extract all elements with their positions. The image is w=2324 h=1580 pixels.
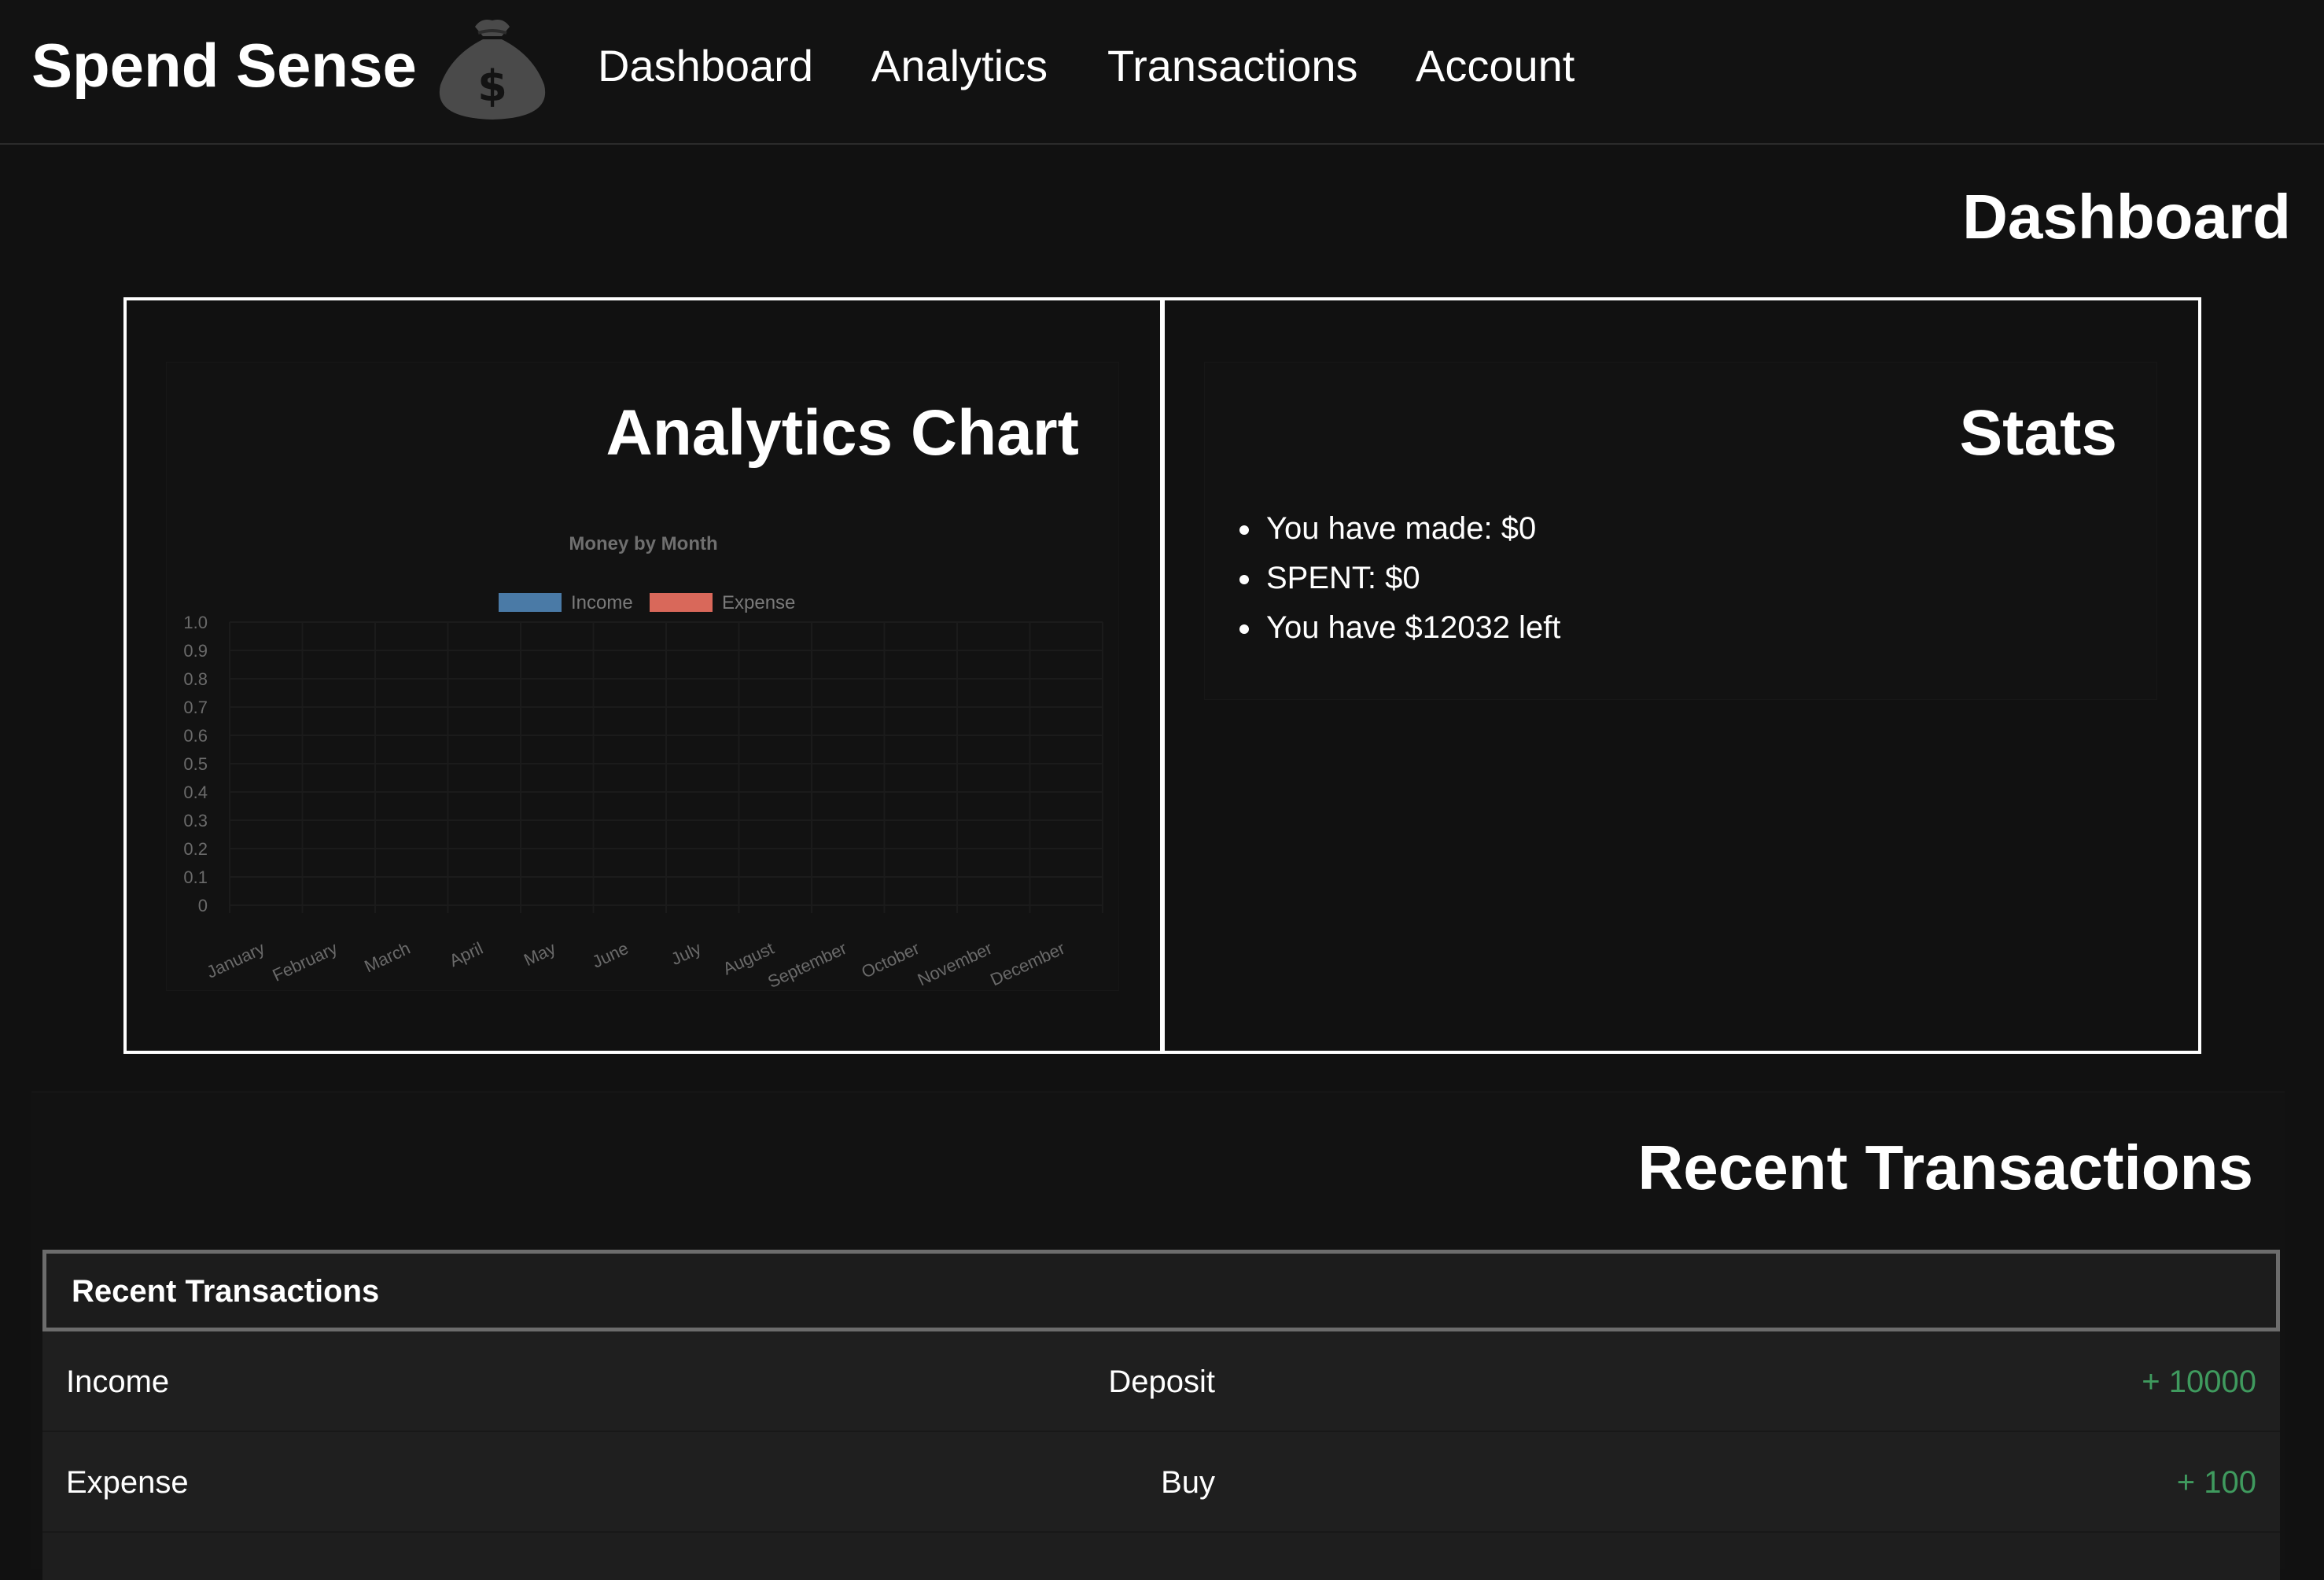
- stats-panel: Stats You have made: $0 SPENT: $0 You ha…: [1162, 297, 2201, 1054]
- y-tick-label: 0.2: [183, 839, 208, 859]
- page-title: Dashboard: [1962, 182, 2291, 252]
- transaction-amount: + 100: [2176, 1465, 2256, 1500]
- x-tick-label: October: [858, 938, 922, 982]
- transaction-row[interactable]: Expense Buy + 100: [42, 1432, 2280, 1533]
- nav-link-transactions[interactable]: Transactions: [1107, 36, 1358, 96]
- x-tick-label: December: [987, 938, 1068, 990]
- legend-label-income: Income: [571, 592, 633, 613]
- money-by-month-chart: 0 0.1 0.2 0.3 0.4 0.5 0.6 0.7 0.8 0.9 1.0 January F…: [183, 533, 1103, 992]
- nav-link-account[interactable]: Account: [1416, 36, 1575, 96]
- x-tick-label: September: [764, 938, 849, 992]
- stats-card: Stats You have made: $0 SPENT: $0 You ha…: [1204, 362, 2157, 700]
- transactions-card-header: Recent Transactions: [42, 1250, 2280, 1331]
- y-tick-label: 0.8: [183, 669, 208, 689]
- x-tick-label: June: [589, 938, 632, 972]
- x-tick-label: May: [521, 938, 558, 970]
- nav-link-dashboard[interactable]: Dashboard: [598, 36, 813, 96]
- stats-panel-title: Stats: [1959, 397, 2117, 469]
- x-tick-label: April: [446, 938, 485, 970]
- recent-transactions-title: Recent Transactions: [1637, 1133, 2254, 1202]
- transaction-type: Expense: [66, 1465, 189, 1500]
- y-tick-label: 0: [198, 896, 208, 915]
- analytics-panel: Analytics Chart 0 0.1 0.2 0.3 0.4 0.5 0.6 0.7 0.…: [123, 297, 1163, 1054]
- x-tick-label: February: [270, 938, 341, 985]
- legend-label-expense: Expense: [722, 592, 795, 613]
- legend-swatch-expense: [650, 593, 713, 612]
- transaction-amount: + 10000: [2142, 1365, 2256, 1399]
- stat-spent: SPENT: $0: [1263, 554, 1560, 603]
- money-bag-icon: $: [439, 20, 546, 120]
- y-tick-label: 0.9: [183, 641, 208, 661]
- y-tick-label: 0.5: [183, 754, 208, 774]
- recent-transactions-section: Recent Transactions Recent Transactions …: [31, 1092, 2285, 1580]
- transaction-description: Deposit: [1108, 1365, 1215, 1399]
- analytics-card: Analytics Chart 0 0.1 0.2 0.3 0.4 0.5 0.6 0.7 0.…: [166, 362, 1119, 992]
- y-tick-label: 1.0: [183, 613, 208, 632]
- x-tick-label: November: [915, 938, 996, 990]
- transaction-row[interactable]: Income Deposit + 10000: [42, 1331, 2280, 1432]
- svg-text:$: $: [477, 61, 507, 111]
- y-tick-label: 0.3: [183, 811, 208, 831]
- x-tick-label: July: [668, 938, 704, 969]
- transactions-card: Recent Transactions Income Deposit + 100…: [42, 1250, 2280, 1580]
- top-navbar: Spend Sense $ Dashboard Analytics Transa…: [0, 0, 2324, 145]
- x-tick-label: March: [361, 938, 413, 976]
- y-tick-label: 0.4: [183, 783, 208, 802]
- stats-list: You have made: $0 SPENT: $0 You have $12…: [1235, 504, 1560, 653]
- transactions-card-header-label: Recent Transactions: [72, 1274, 380, 1309]
- stat-left: You have $12032 left: [1263, 603, 1560, 653]
- nav-link-analytics[interactable]: Analytics: [871, 36, 1048, 96]
- y-tick-label: 0.6: [183, 726, 208, 746]
- y-tick-label: 0.1: [183, 867, 208, 887]
- transaction-type: Income: [66, 1365, 170, 1399]
- x-tick-label: January: [204, 938, 268, 982]
- chart-title: Money by Month: [569, 533, 717, 554]
- stat-made: You have made: $0: [1263, 504, 1560, 554]
- brand-name[interactable]: Spend Sense: [31, 30, 417, 101]
- legend-swatch-income: [499, 593, 562, 612]
- y-tick-label: 0.7: [183, 698, 208, 717]
- transaction-description: Buy: [1161, 1465, 1215, 1500]
